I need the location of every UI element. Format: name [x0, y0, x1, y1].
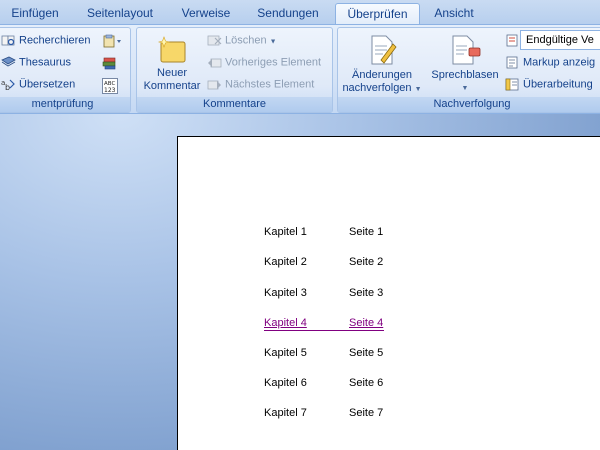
new-comment-label-line2: Kommentar	[143, 80, 201, 92]
next-comment-button[interactable]: Nächstes Element	[207, 78, 314, 91]
document-workspace: Kapitel 1 Seite 1 Kapitel 2 Seite 2 Kapi…	[0, 114, 600, 450]
group-proofing-label: mentprüfung	[0, 97, 130, 112]
toc-chapter: Kapitel 3	[264, 287, 307, 299]
tab-insert[interactable]: Einfügen	[3, 3, 67, 24]
balloons-label: Sprechblasen	[431, 69, 499, 81]
new-comment-button[interactable]: Neuer Kommentar	[141, 36, 203, 93]
toc-chapter: Kapitel 2	[264, 256, 307, 268]
toc-page: Seite 6	[349, 377, 384, 389]
show-markup-label: Markup anzeig	[523, 56, 596, 69]
previous-comment-button[interactable]: Vorheriges Element	[207, 56, 321, 69]
translate-icon: a b	[1, 79, 15, 91]
toc-page: Seite 1	[349, 226, 384, 238]
chevron-down-icon: ▼	[269, 38, 277, 46]
delete-comment-icon	[207, 35, 222, 46]
thesaurus-button[interactable]: Thesaurus	[1, 56, 71, 69]
delete-comment-button[interactable]: Löschen ▼	[207, 34, 277, 47]
show-markup-icon	[506, 56, 518, 69]
track-changes-button[interactable]: Änderungen nachverfolgen ▼	[340, 34, 424, 96]
reviewing-pane-label: Überarbeitung	[523, 78, 593, 91]
toc-page[interactable]: Seite 4	[349, 317, 383, 329]
thesaurus-icon	[1, 56, 16, 67]
display-for-review-select[interactable]: Endgültige Ve	[520, 30, 600, 50]
track-changes-label-line2: nachverfolgen ▼	[342, 82, 422, 94]
clipboard-language-button[interactable]	[102, 34, 124, 51]
new-comment-label-line1: Neuer	[157, 67, 187, 79]
reviewing-pane-button[interactable]: Überarbeitung	[505, 78, 593, 91]
document-page[interactable]: Kapitel 1 Seite 1 Kapitel 2 Seite 2 Kapi…	[177, 136, 600, 450]
previous-label: Vorheriges Element	[225, 56, 321, 69]
svg-text:b: b	[5, 83, 10, 91]
ribbon-tab-bar: Einfügen Seitenlayout Verweise Sendungen…	[0, 0, 600, 24]
language-button[interactable]	[102, 56, 118, 73]
reviewing-pane-icon	[505, 78, 519, 91]
balloons-icon	[452, 35, 481, 65]
link-underline	[264, 330, 384, 331]
chevron-down-icon: ▼	[414, 86, 422, 93]
research-label: Recherchieren	[19, 34, 91, 47]
word-count-icon: ABC 123	[102, 78, 118, 94]
tab-view[interactable]: Ansicht	[425, 3, 483, 24]
toc-page: Seite 5	[349, 347, 384, 359]
translate-button[interactable]: a b Übersetzen	[1, 78, 76, 92]
toc-page: Seite 2	[349, 256, 384, 268]
group-comments-label: Kommentare	[137, 97, 332, 112]
track-changes-label-line1: Änderungen	[352, 69, 412, 81]
ribbon: Recherchieren Thesaurus a b Übersetzen A…	[0, 24, 600, 114]
tab-review[interactable]: Überprüfen	[335, 3, 420, 24]
translate-label: Übersetzen	[19, 78, 76, 91]
group-tracking-label: Nachverfolgung	[338, 97, 600, 112]
toc-chapter: Kapitel 6	[264, 377, 307, 389]
delete-label: Löschen	[225, 34, 267, 47]
group-proofing: Recherchieren Thesaurus a b Übersetzen A…	[0, 27, 131, 113]
word-count-button[interactable]: ABC 123	[102, 78, 118, 97]
toc-chapter: Kapitel 1	[264, 226, 307, 238]
next-label: Nächstes Element	[225, 78, 315, 91]
toc-chapter: Kapitel 7	[264, 407, 307, 419]
toc-chapter: Kapitel 5	[264, 347, 307, 359]
tab-mailings[interactable]: Sendungen	[248, 3, 328, 24]
balloons-button[interactable]: Sprechblasen ▼	[428, 34, 502, 95]
research-icon	[1, 35, 15, 46]
chevron-down-icon: ▼	[461, 85, 469, 92]
track-changes-icon	[371, 35, 397, 65]
clipboard-icon	[103, 34, 121, 48]
next-comment-icon	[207, 80, 221, 90]
svg-text:123: 123	[104, 87, 116, 94]
show-markup-button[interactable]: Markup anzeig	[505, 56, 595, 69]
previous-comment-icon	[208, 58, 222, 68]
display-review-icon	[506, 34, 518, 47]
toc-page: Seite 7	[349, 407, 384, 419]
group-comments: Neuer Kommentar Löschen ▼ Vorheriges Ele…	[136, 27, 333, 113]
tab-references[interactable]: Verweise	[172, 3, 240, 24]
toc-page: Seite 3	[349, 287, 384, 299]
tab-page-layout[interactable]: Seitenlayout	[77, 3, 163, 24]
research-button[interactable]: Recherchieren	[1, 34, 91, 47]
new-comment-icon	[157, 36, 186, 63]
toc-chapter[interactable]: Kapitel 4	[264, 317, 307, 329]
books-icon	[102, 57, 116, 70]
thesaurus-label: Thesaurus	[19, 56, 71, 69]
